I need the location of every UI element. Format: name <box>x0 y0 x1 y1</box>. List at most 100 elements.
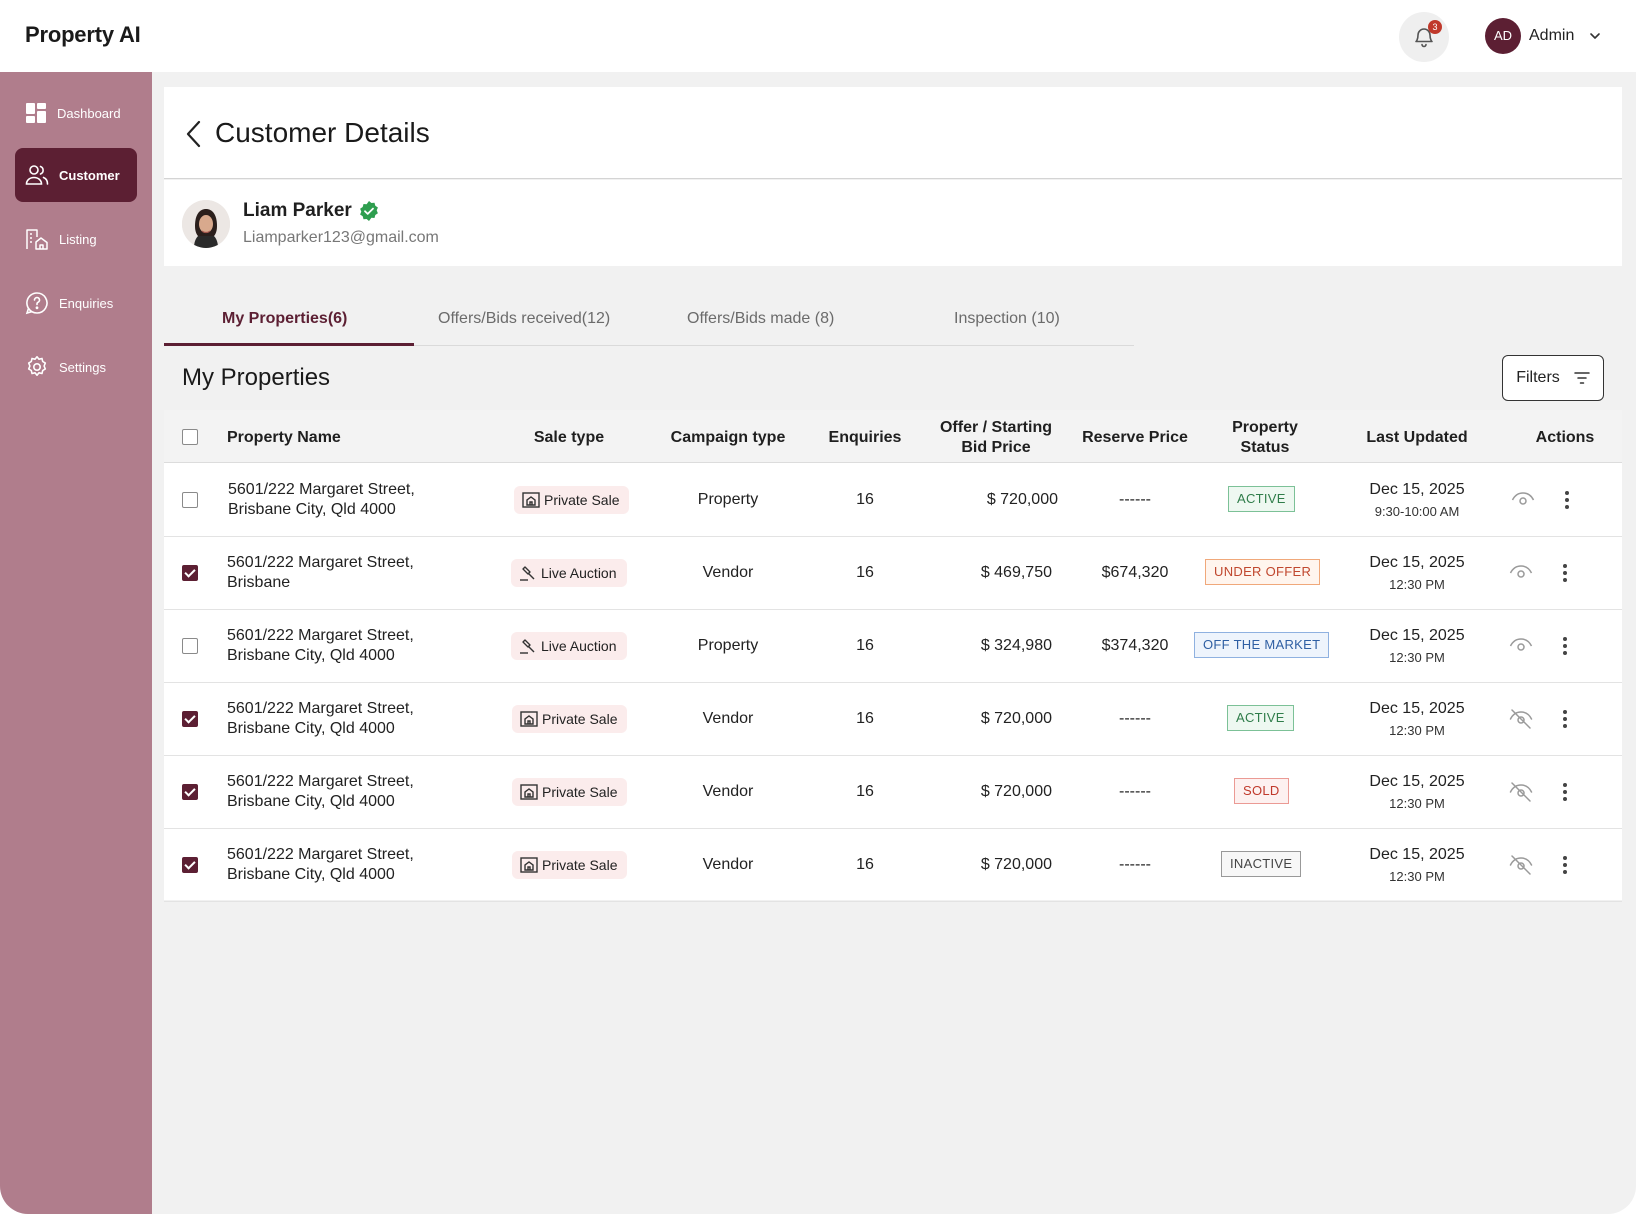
eye-icon[interactable] <box>1511 490 1535 510</box>
chevron-down-icon[interactable] <box>1588 29 1602 43</box>
eye-off-icon[interactable] <box>1509 780 1533 804</box>
more-vertical-icon[interactable] <box>1562 782 1568 802</box>
sidebar-item-label: Listing <box>59 231 97 247</box>
more-vertical-icon[interactable] <box>1562 563 1568 583</box>
row-checkbox[interactable] <box>182 711 198 727</box>
header-property-status: Property Status <box>1205 418 1325 458</box>
campaign-type: Vendor <box>702 856 754 873</box>
sidebar-item-listing[interactable]: Listing <box>15 212 137 266</box>
sidebar-item-dashboard[interactable]: Dashboard <box>15 86 137 140</box>
eye-off-icon[interactable] <box>1509 707 1533 731</box>
more-vertical-icon[interactable] <box>1562 709 1568 729</box>
dashboard-icon <box>26 103 46 123</box>
sidebar-item-enquiries[interactable]: Enquiries <box>15 276 137 330</box>
top-bar: Property AI 3 AD Admin <box>0 0 1636 72</box>
gavel-icon <box>520 639 535 654</box>
property-name-line1: 5601/222 Margaret Street, <box>228 481 415 498</box>
tab-inspection[interactable]: Inspection (10) <box>954 310 1060 328</box>
enquiries-count: 16 <box>856 856 874 873</box>
status-badge: OFF THE MARKET <box>1194 632 1330 658</box>
sale-type-label: Private Sale <box>542 857 618 873</box>
app-frame: Property AI 3 AD Admin Dashboard Custome… <box>0 0 1636 1214</box>
property-name-line2: Brisbane City, Qld 4000 <box>227 793 395 810</box>
sale-type-label: Private Sale <box>542 784 618 800</box>
house-icon <box>520 857 538 873</box>
header-offer-line2: Bid Price <box>961 439 1031 456</box>
sidebar-item-label: Enquiries <box>59 295 114 311</box>
offer-price: $ 720,000 <box>980 856 1052 873</box>
notifications-button[interactable]: 3 <box>1399 12 1449 62</box>
header-sale-type: Sale type <box>533 429 605 446</box>
header-reserve-price: Reserve Price <box>1082 429 1188 446</box>
row-checkbox[interactable] <box>182 784 198 800</box>
sale-type-label: Private Sale <box>542 711 618 727</box>
property-name-line1: 5601/222 Margaret Street, <box>227 627 414 644</box>
reserve-price: ------ <box>1119 710 1151 727</box>
table-row[interactable]: 5601/222 Margaret Street, Brisbane City,… <box>164 610 1622 683</box>
sale-type-label: Live Auction <box>541 565 617 581</box>
house-icon <box>520 784 538 800</box>
tab-my-properties[interactable]: My Properties(6) <box>222 310 347 328</box>
app-logo[interactable]: Property AI <box>25 22 141 48</box>
row-checkbox[interactable] <box>182 492 198 508</box>
sale-type-label: Live Auction <box>541 638 617 654</box>
table-row[interactable]: 5601/222 Margaret Street, Brisbane Live … <box>164 537 1622 610</box>
property-name-line2: Brisbane City, Qld 4000 <box>227 647 395 664</box>
row-checkbox[interactable] <box>182 857 198 873</box>
campaign-type: Vendor <box>702 564 754 581</box>
status-badge: UNDER OFFER <box>1205 559 1321 585</box>
last-updated-time: 9:30-10:00 AM <box>1374 504 1460 519</box>
header-status-line2: Status <box>1240 439 1290 456</box>
offer-price: $ 720,000 <box>980 710 1052 727</box>
user-avatar[interactable]: AD <box>1485 18 1521 54</box>
table-row[interactable]: 5601/222 Margaret Street, Brisbane City,… <box>164 683 1622 756</box>
more-vertical-icon[interactable] <box>1564 490 1570 510</box>
last-updated-date: Dec 15, 2025 <box>1369 846 1465 863</box>
last-updated-time: 12:30 PM <box>1389 723 1445 738</box>
back-arrow-icon[interactable] <box>184 119 206 149</box>
gear-icon <box>27 356 47 376</box>
sidebar-item-settings[interactable]: Settings <box>15 340 137 394</box>
reserve-price: $674,320 <box>1101 564 1169 581</box>
more-vertical-icon[interactable] <box>1562 636 1568 656</box>
table-row[interactable]: 5601/222 Margaret Street, Brisbane City,… <box>164 464 1622 537</box>
header-offer-line1: Offer / Starting <box>939 419 1052 436</box>
campaign-type: Property <box>697 637 759 654</box>
table-header: Property Name Sale type Campaign type En… <box>164 410 1622 463</box>
person-photo-icon <box>182 200 230 248</box>
eye-icon[interactable] <box>1509 636 1533 656</box>
reserve-price: ------ <box>1119 491 1151 508</box>
header-offer: Offer / Starting Bid Price <box>926 418 1066 458</box>
page-title: Customer Details <box>215 117 430 148</box>
notification-count-badge: 3 <box>1428 20 1442 34</box>
verified-badge-icon <box>360 201 378 221</box>
user-name[interactable]: Admin <box>1529 27 1574 45</box>
eye-icon[interactable] <box>1509 563 1533 583</box>
eye-off-icon[interactable] <box>1509 853 1533 877</box>
table-row[interactable]: 5601/222 Margaret Street, Brisbane City,… <box>164 756 1622 829</box>
table-row[interactable]: 5601/222 Margaret Street, Brisbane City,… <box>164 829 1622 902</box>
enquiries-count: 16 <box>856 710 874 727</box>
sidebar-item-customer[interactable]: Customer <box>15 148 137 202</box>
customer-name: Liam Parker <box>243 200 352 221</box>
row-checkbox[interactable] <box>182 638 198 654</box>
select-all-checkbox[interactable] <box>182 429 198 445</box>
tab-offers-received[interactable]: Offers/Bids received(12) <box>438 310 610 328</box>
house-icon <box>522 492 540 508</box>
status-badge: ACTIVE <box>1228 486 1295 512</box>
row-checkbox[interactable] <box>182 565 198 581</box>
last-updated-time: 12:30 PM <box>1389 650 1445 665</box>
last-updated-time: 12:30 PM <box>1389 796 1445 811</box>
more-vertical-icon[interactable] <box>1562 855 1568 875</box>
property-name-line2: Brisbane City, Qld 4000 <box>227 720 395 737</box>
last-updated-date: Dec 15, 2025 <box>1369 773 1465 790</box>
customer-email: Liamparker123@gmail.com <box>243 229 439 246</box>
enquiries-count: 16 <box>856 637 874 654</box>
campaign-type: Property <box>697 491 759 508</box>
properties-table: Property Name Sale type Campaign type En… <box>164 410 1622 902</box>
enquiries-count: 16 <box>856 783 874 800</box>
filters-button[interactable]: Filters <box>1502 355 1604 401</box>
reserve-price: ------ <box>1119 856 1151 873</box>
tab-offers-made[interactable]: Offers/Bids made (8) <box>687 310 834 328</box>
sale-type-pill: Live Auction <box>511 632 627 660</box>
